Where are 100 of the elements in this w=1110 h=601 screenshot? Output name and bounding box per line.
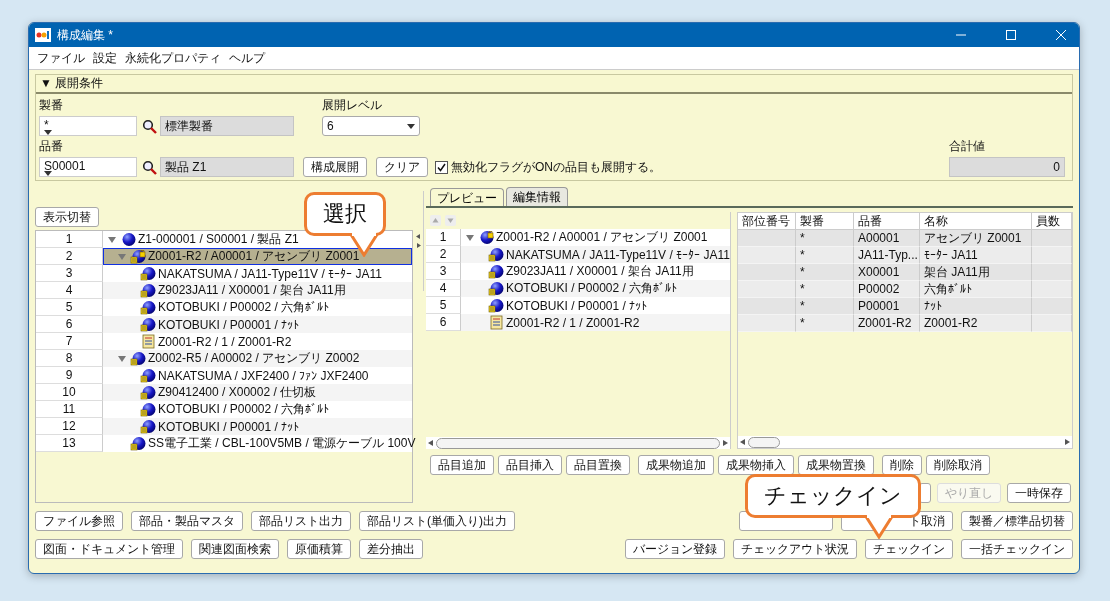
column-header[interactable]: 名称 [920,213,1032,230]
button[interactable]: チェックアウト状況 [733,539,857,559]
table-cell: * [796,298,854,315]
tree-item[interactable]: Z0001-R2 / 1 / Z0001-R2 [158,334,292,349]
column-header[interactable]: 品番 [854,213,920,230]
scrollbar-thumb[interactable] [748,436,780,448]
row-number: 11 [36,401,103,418]
button[interactable]: 削除取消 [926,455,990,475]
tab[interactable]: 編集情報 [506,187,568,206]
row-number: 4 [36,282,103,299]
tree-item[interactable]: Z9023JA11 / X00001 / 架台 JA11用 [158,282,346,299]
button[interactable]: 原価積算 [287,539,351,559]
row-number: 5 [36,299,103,316]
tab[interactable]: プレビュー [430,188,504,206]
table-cell: * [796,247,854,264]
tree-item[interactable]: KOTOBUKI / P00001 / ﾅｯﾄ [158,419,300,434]
button[interactable]: 成果物挿入 [718,455,794,475]
scroll-right-icon[interactable] [722,440,728,446]
tree-item[interactable]: Z1-000001 / S00001 / 製品 Z1 [138,231,299,248]
tree-item[interactable]: KOTOBUKI / P00001 / ﾅｯﾄ [158,317,300,332]
search-icon[interactable] [142,159,157,175]
tree-item[interactable]: SS電子工業 / CBL-100V5MB / 電源ケーブル 100V [148,435,416,452]
window-title: 構成編集 * [57,26,113,44]
table-cell: Z0001-R2 [920,315,1032,332]
tree-item[interactable]: Z0001-R2 / 1 / Z0001-R2 [506,315,640,330]
button[interactable]: 一時保存 [1007,483,1071,503]
button[interactable]: 品目置換 [566,455,630,475]
section-header[interactable]: ▼ 展開条件 [36,75,1072,94]
dropdown-caret-icon[interactable] [44,130,52,135]
table-cell: * [796,281,854,298]
button[interactable]: 図面・ドキュメント管理 [35,539,183,559]
tree-item[interactable]: Z0002-R5 / A00002 / アセンブリ Z0002 [148,350,360,367]
tree-item[interactable]: KOTOBUKI / P00001 / ﾅｯﾄ [506,298,648,313]
tree-item[interactable]: NAKATSUMA / JA11-Type11V / ﾓｰﾀｰ JA11 [158,266,382,281]
menu-item[interactable]: 永続化プロパティ [125,49,221,67]
tree-item[interactable]: KOTOBUKI / P00002 / 六角ﾎﾞﾙﾄ [158,401,330,418]
button[interactable]: 削除 [882,455,922,475]
input-field[interactable]: S00001 [39,157,137,177]
splitter-arrows-icon[interactable] [415,234,421,248]
callout-text: チェックイン [764,483,902,508]
app-logo-icon [35,28,51,42]
maximize-icon[interactable] [1005,29,1017,41]
tree-item[interactable]: NAKATSUMA / JA11-Type11V / ﾓｰﾀｰ JA11 [506,247,730,262]
expanded-triangle-icon[interactable] [118,354,126,363]
table-cell: ﾅｯﾄ [920,298,1032,315]
table-cell: * [796,264,854,281]
button[interactable]: 品目挿入 [498,455,562,475]
tree-item[interactable]: NAKATSUMA / JXF2400 / ﾌｧﾝ JXF2400 [158,368,369,383]
tree-item[interactable]: KOTOBUKI / P00002 / 六角ﾎﾞﾙﾄ [506,280,678,297]
button[interactable]: ファイル参照 [35,511,123,531]
input-field[interactable]: * [39,116,137,136]
row-number: 9 [36,367,103,384]
dropdown-caret-icon[interactable] [44,171,52,176]
search-icon[interactable] [142,118,157,134]
column-header[interactable]: 員数 [1032,213,1072,230]
tree-item[interactable]: Z9023JA11 / X00001 / 架台 JA11用 [506,263,694,280]
button[interactable]: クリア [376,157,428,177]
dropdown-caret-icon[interactable] [407,123,415,129]
table-cell: ﾓｰﾀｰ JA11 [920,247,1032,264]
button[interactable]: バージョン登録 [625,539,725,559]
menu-item[interactable]: ヘルプ [229,49,265,67]
menu-item[interactable]: 設定 [93,49,117,67]
scroll-left-icon[interactable] [740,439,746,445]
row-number: 12 [36,418,103,435]
expanded-triangle-icon[interactable] [108,235,116,244]
button[interactable]: 一括チェックイン [961,539,1073,559]
horizontal-scrollbar[interactable] [738,436,1072,448]
dropdown[interactable]: 6 [322,116,420,136]
button[interactable]: 製番／標準品切替 [961,511,1073,531]
field-label: 展開レベル [322,97,383,114]
row-number: 10 [36,384,103,401]
button[interactable]: 部品リスト出力 [251,511,351,531]
scroll-left-icon[interactable] [428,440,434,446]
button[interactable]: 構成展開 [303,157,367,177]
field-label: 合計値 [949,138,986,155]
expanded-triangle-icon[interactable] [466,233,474,242]
tree-item[interactable]: KOTOBUKI / P00002 / 六角ﾎﾞﾙﾄ [158,299,330,316]
readonly-field: 製品 Z1 [160,157,294,177]
button[interactable]: 品目追加 [430,455,494,475]
column-header[interactable]: 製番 [796,213,854,230]
scroll-right-icon[interactable] [1064,439,1070,445]
tree-item[interactable]: Z0001-R2 / A00001 / アセンブリ Z0001 [496,229,708,246]
tree-item[interactable]: Z90412400 / X00002 / 仕切板 [158,384,317,401]
column-header[interactable]: 部位番号 [738,213,796,230]
button[interactable]: 差分抽出 [359,539,423,559]
button[interactable]: 部品・製品マスタ [131,511,243,531]
close-icon[interactable] [1055,29,1067,41]
row-number: 1 [36,231,103,248]
field-label: 品番 [39,138,64,155]
row-number: 7 [36,333,103,350]
button[interactable]: 表示切替 [35,207,99,227]
button[interactable]: 成果物置換 [798,455,874,475]
row-number: 2 [36,248,103,265]
document-icon [488,315,504,330]
button[interactable]: 関連図面検索 [191,539,279,559]
checkbox[interactable] [435,160,448,174]
button[interactable]: 部品リスト(単価入り)出力 [359,511,515,531]
menu-item[interactable]: ファイル [37,49,85,67]
button[interactable]: 成果物追加 [638,455,714,475]
row-number: 2 [426,246,461,263]
